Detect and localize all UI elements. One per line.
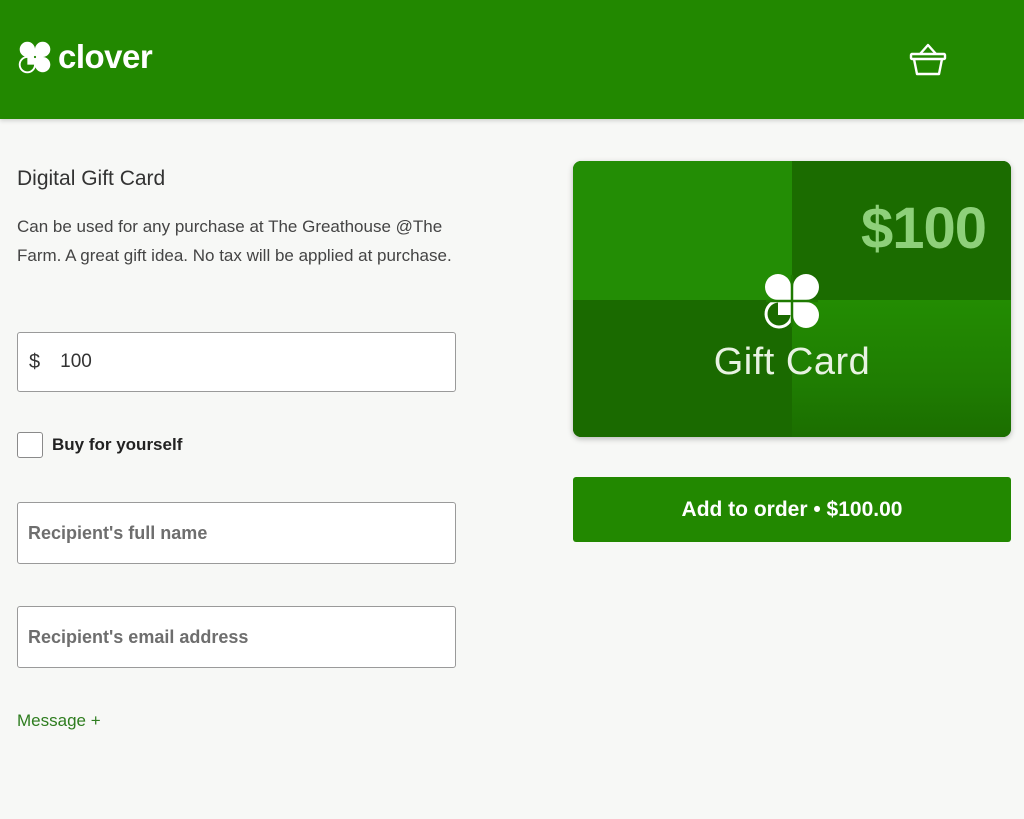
recipient-email-field[interactable]: [17, 606, 456, 668]
brand-name: clover: [58, 38, 153, 75]
clover-logo[interactable]: clover: [18, 38, 153, 75]
buy-for-yourself-row[interactable]: Buy for yourself: [17, 432, 182, 458]
card-amount: $100: [860, 196, 987, 261]
clover-logo-icon: [18, 41, 51, 74]
buy-for-yourself-checkbox[interactable]: [17, 432, 43, 458]
currency-symbol: $: [29, 350, 41, 373]
amount-field[interactable]: $: [17, 332, 456, 392]
buy-for-yourself-label[interactable]: Buy for yourself: [52, 435, 182, 455]
recipient-email-input[interactable]: [18, 607, 455, 667]
product-title: Digital Gift Card: [17, 167, 166, 190]
recipient-name-field[interactable]: [17, 502, 456, 564]
gift-card-preview: $100 Gift Card: [573, 161, 1011, 437]
recipient-name-input[interactable]: [18, 503, 455, 563]
amount-input[interactable]: [60, 351, 421, 373]
basket-icon[interactable]: [908, 40, 948, 78]
add-to-order-button[interactable]: Add to order • $100.00: [573, 477, 1011, 542]
card-quadrant: [573, 161, 792, 300]
message-link[interactable]: Message +: [17, 711, 101, 731]
clover-icon: [762, 271, 822, 331]
card-label: Gift Card: [713, 341, 871, 383]
header: clover: [0, 0, 1024, 119]
product-description: Can be used for any purchase at The Grea…: [17, 217, 452, 265]
